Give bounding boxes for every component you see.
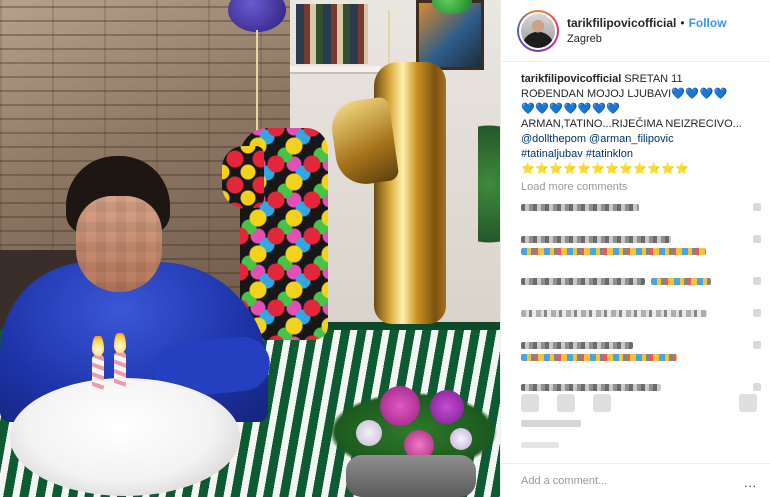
avatar-image [519,11,557,50]
add-comment-input[interactable] [521,474,721,487]
comment-like-icon[interactable] [753,383,761,391]
flower-bloom [356,420,382,446]
mention-link[interactable]: @dollthepom [521,133,586,145]
post-actions [521,392,757,414]
more-options-icon[interactable]: ... [744,476,757,490]
redacted-like-count [521,420,581,427]
post-photo[interactable] [0,0,500,497]
mention-link[interactable]: @arman_filipovic [589,133,674,145]
caption-text-line1: SRETAN 11 [624,73,683,85]
house-plant [478,120,500,280]
flower-bloom [430,390,464,424]
flower-bloom [450,428,472,450]
bookmark-icon[interactable] [739,394,757,412]
blue-hearts: 💙💙💙💙 [671,88,728,100]
caption-text-line4: ARMAN,TATINO...RIJEČIMA NEIZRECIVO... [521,118,742,130]
load-more-comments-link[interactable]: Load more comments [501,177,770,193]
redacted-comment [521,204,639,211]
header-text: tarikfilipovicofficial • Follow Zagreb [567,15,727,47]
candle-number-one [114,352,126,388]
post-side-panel: tarikfilipovicofficial • Follow Zagreb tar… [500,0,770,497]
comment-like-icon[interactable] [753,235,761,243]
gold-number-one-balloon [328,62,458,330]
comment-row [521,230,761,260]
header-username[interactable]: tarikfilipovicofficial [567,16,676,30]
comment-row [521,336,761,366]
redacted-comment [521,342,633,349]
candle-number-one [92,355,104,391]
caption-text-line2: ROĐENDAN MOJOJ LJUBAVI [521,88,672,100]
comment-like-icon[interactable] [753,203,761,211]
pixelated-face [76,196,162,292]
post-header: tarikfilipovicofficial • Follow Zagreb [501,0,770,62]
share-icon[interactable] [593,394,611,412]
profile-avatar[interactable] [517,9,559,52]
white-cake [10,378,240,496]
balloon-string [388,10,390,70]
redacted-comment [521,248,706,255]
redacted-comment [521,310,707,317]
star-emojis: ⭐⭐⭐⭐⭐⭐⭐⭐⭐⭐⭐⭐ [521,163,689,175]
comment-like-icon[interactable] [753,341,761,349]
redacted-comment [521,236,671,243]
comment-like-icon[interactable] [753,309,761,317]
comments-list [521,198,761,410]
redacted-post-date [521,442,559,448]
redacted-comment [521,354,677,361]
comment-row [521,304,761,324]
header-separator: • [680,15,685,30]
caption-username[interactable]: tarikfilipovicofficial [521,73,621,85]
comment-row [521,198,761,218]
redacted-comment [521,384,661,391]
add-comment-bar: ... [501,463,770,497]
bookshelf [296,4,368,64]
location-link[interactable]: Zagreb [567,31,727,47]
hashtag-link[interactable]: #tatinklon [586,148,633,160]
redacted-comment [521,278,645,285]
like-icon[interactable] [521,394,539,412]
flower-bloom [380,386,420,426]
blue-hearts: 💙💙💙💙💙💙💙 [521,103,621,115]
balloon-string [256,30,258,140]
comment-row [521,272,761,292]
flower-vase [346,455,476,497]
hashtag-link[interactable]: #tatinaljubav [521,148,583,160]
redacted-comment [651,278,711,285]
post-caption: tarikfilipovicofficial SRETAN 11 ROĐENDA… [501,62,770,177]
follow-button[interactable]: Follow [689,16,727,30]
comment-like-icon[interactable] [753,277,761,285]
comment-icon[interactable] [557,394,575,412]
